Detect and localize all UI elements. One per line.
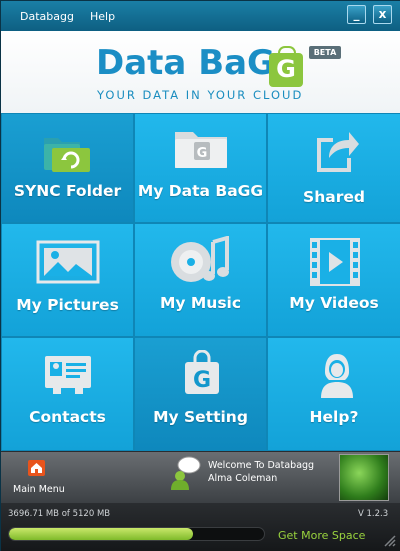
tile-my-pictures-label: My Pictures bbox=[16, 296, 119, 314]
logo-text: Data BaG bbox=[96, 43, 275, 83]
welcome-text: Welcome To Databagg bbox=[208, 460, 315, 471]
user-chat-icon bbox=[171, 456, 201, 490]
tile-contacts[interactable]: Contacts bbox=[1, 337, 134, 451]
tile-my-databagg-label: My Data BaGG bbox=[137, 182, 264, 200]
contacts-icon bbox=[45, 356, 91, 394]
storage-progress-bar bbox=[8, 527, 265, 541]
menu-help[interactable]: Help bbox=[90, 10, 115, 23]
video-icon bbox=[310, 238, 360, 286]
tile-help-label: Help? bbox=[309, 408, 359, 426]
title-bar: Databagg Help _ x bbox=[1, 1, 400, 31]
tile-shared-label: Shared bbox=[303, 188, 365, 206]
databagg-folder-icon: G bbox=[175, 132, 227, 168]
tile-my-setting-label: My Setting bbox=[153, 408, 248, 426]
avatar[interactable] bbox=[339, 454, 389, 501]
tile-sync-folder[interactable]: SYNC Folder bbox=[1, 113, 134, 223]
logo-bag-icon: G bbox=[269, 46, 303, 87]
help-person-icon bbox=[321, 354, 353, 398]
svg-text:G: G bbox=[197, 146, 208, 161]
picture-icon bbox=[36, 240, 100, 284]
storage-usage-text: 3696.71 MB of 5120 MB bbox=[8, 509, 111, 519]
tile-sync-folder-label: SYNC Folder bbox=[13, 182, 122, 200]
tile-my-databagg[interactable]: G My Data BaGG bbox=[134, 113, 267, 223]
footer-panel: Main Menu Welcome To Databagg Alma Colem… bbox=[1, 451, 400, 503]
tile-my-setting[interactable]: G My Setting bbox=[134, 337, 267, 451]
tagline: YOUR DATA IN YOUR CLOUD bbox=[97, 88, 304, 102]
resize-grip-icon[interactable] bbox=[382, 533, 396, 547]
tile-my-music-label: My Music bbox=[159, 294, 242, 312]
menu-databagg[interactable]: Databagg bbox=[20, 10, 74, 23]
tile-help[interactable]: Help? bbox=[267, 337, 400, 451]
user-name: Alma Coleman bbox=[208, 473, 278, 484]
tile-my-pictures[interactable]: My Pictures bbox=[1, 223, 134, 337]
music-icon bbox=[171, 236, 229, 282]
databagg-bag-icon: G bbox=[185, 350, 219, 394]
close-button[interactable]: x bbox=[373, 5, 392, 24]
share-icon bbox=[317, 132, 359, 172]
status-bar: 3696.71 MB of 5120 MB V 1.2.3 Get More S… bbox=[1, 503, 400, 551]
beta-badge: BETA bbox=[309, 46, 341, 59]
minimize-button[interactable]: _ bbox=[347, 5, 366, 24]
version-label: V 1.2.3 bbox=[358, 509, 389, 519]
home-icon[interactable] bbox=[28, 460, 45, 476]
get-more-space-link[interactable]: Get More Space bbox=[278, 529, 365, 542]
tile-shared[interactable]: Shared bbox=[267, 113, 400, 223]
tile-my-videos-label: My Videos bbox=[289, 294, 379, 312]
storage-progress-fill bbox=[9, 528, 194, 540]
brand-header: Data BaG G BETA YOUR DATA IN YOUR CLOUD bbox=[1, 31, 400, 113]
tile-grid: SYNC Folder G My Data BaGG Shared My Pic… bbox=[1, 113, 400, 451]
sync-folder-icon bbox=[44, 138, 90, 172]
main-menu-label[interactable]: Main Menu bbox=[13, 484, 65, 495]
svg-text:G: G bbox=[193, 368, 211, 393]
logo-bag-letter: G bbox=[276, 55, 296, 83]
tile-contacts-label: Contacts bbox=[29, 408, 106, 426]
tile-my-videos[interactable]: My Videos bbox=[267, 223, 400, 337]
app-window: Databagg Help _ x Data BaG G BETA YOUR D… bbox=[0, 0, 400, 551]
tile-my-music[interactable]: My Music bbox=[134, 223, 267, 337]
